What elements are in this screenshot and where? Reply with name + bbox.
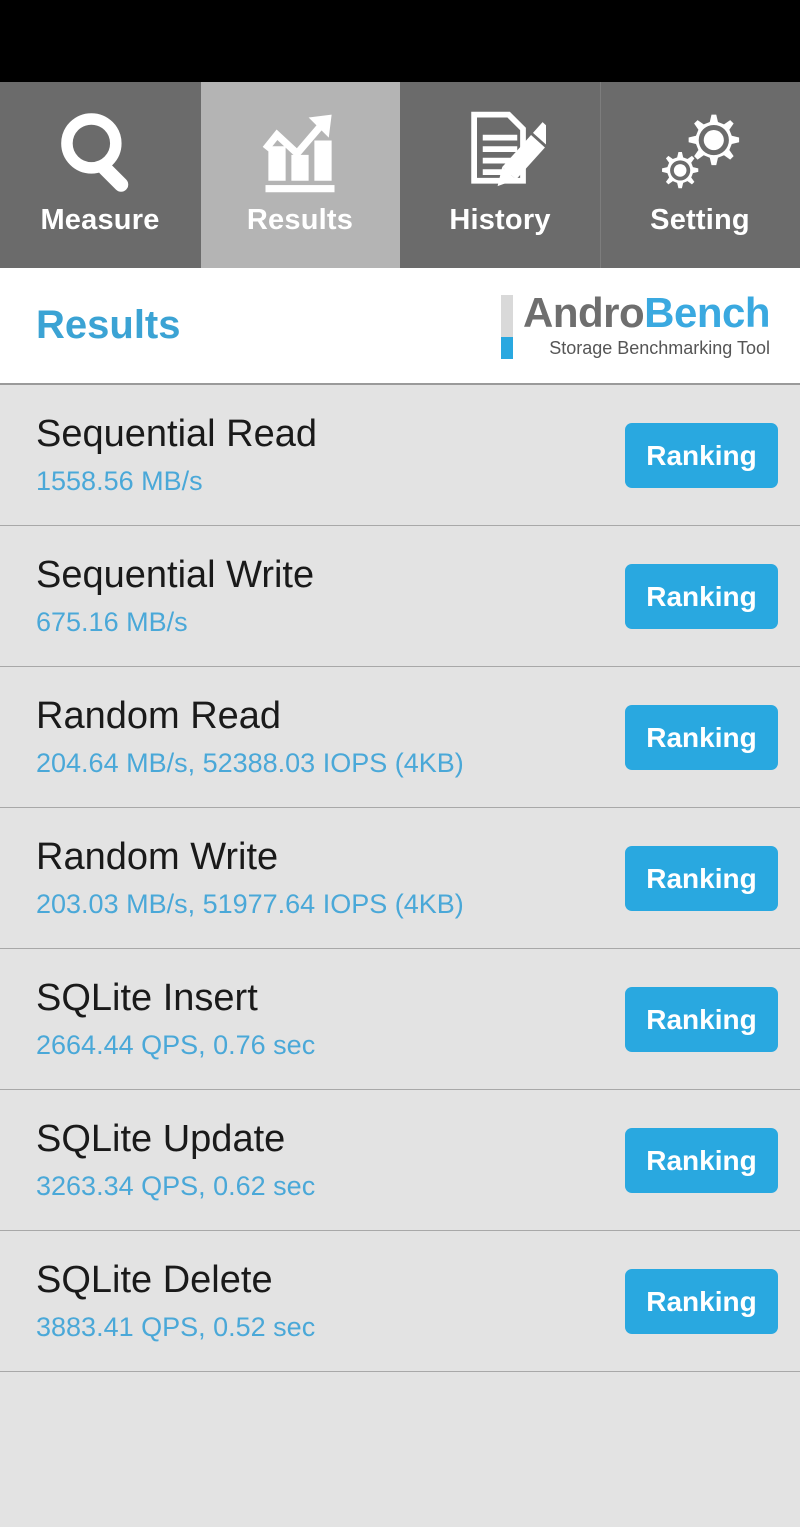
androbench-results-screen: Measure Results History Setting Results …	[0, 0, 800, 1527]
result-list: Sequential Read 1558.56 MB/s Ranking Seq…	[0, 385, 800, 1527]
result-value: 203.03 MB/s, 51977.64 IOPS (4KB)	[36, 888, 464, 919]
ranking-button[interactable]: Ranking	[625, 845, 778, 911]
page-header: Results AndroBench Storage Benchmarking …	[0, 268, 800, 385]
tab-bar: Measure Results History Setting	[0, 82, 800, 268]
tab-setting[interactable]: Setting	[600, 82, 800, 268]
search-icon	[45, 104, 155, 200]
result-value: 675.16 MB/s	[36, 606, 188, 637]
list-empty-area	[0, 1372, 800, 1527]
result-info: Random Write 203.03 MB/s, 51977.64 IOPS …	[36, 836, 464, 920]
logo-primary: Andro	[522, 289, 645, 336]
result-value: 1558.56 MB/s	[36, 465, 203, 496]
logo-bar-icon	[500, 294, 513, 359]
table-row[interactable]: Sequential Read 1558.56 MB/s Ranking	[0, 385, 800, 526]
result-info: SQLite Delete 3883.41 QPS, 0.52 sec	[36, 1259, 315, 1343]
ranking-button[interactable]: Ranking	[625, 422, 778, 488]
result-name: SQLite Delete	[36, 1259, 273, 1302]
result-info: Random Read 204.64 MB/s, 52388.03 IOPS (…	[36, 695, 464, 779]
result-value: 2664.44 QPS, 0.76 sec	[36, 1029, 316, 1060]
ranking-button[interactable]: Ranking	[625, 986, 778, 1052]
gears-icon	[645, 104, 755, 200]
table-row[interactable]: SQLite Update 3263.34 QPS, 0.62 sec Rank…	[0, 1090, 800, 1231]
tab-measure-label: Measure	[40, 204, 160, 236]
result-name: SQLite Insert	[36, 977, 258, 1020]
table-row[interactable]: Random Read 204.64 MB/s, 52388.03 IOPS (…	[0, 667, 800, 808]
result-info: Sequential Write 675.16 MB/s	[36, 554, 314, 638]
result-value: 3263.34 QPS, 0.62 sec	[36, 1170, 316, 1201]
result-value: 204.64 MB/s, 52388.03 IOPS (4KB)	[36, 747, 464, 778]
result-info: SQLite Update 3263.34 QPS, 0.62 sec	[36, 1118, 315, 1202]
logo-text: AndroBench Storage Benchmarking Tool	[522, 289, 771, 359]
chart-icon	[245, 104, 355, 200]
tab-setting-label: Setting	[650, 204, 750, 236]
ranking-button[interactable]: Ranking	[625, 1127, 778, 1193]
document-pencil-icon	[445, 104, 555, 200]
androbench-logo: AndroBench Storage Benchmarking Tool	[500, 289, 771, 359]
logo-tagline: Storage Benchmarking Tool	[549, 338, 770, 358]
ranking-button[interactable]: Ranking	[625, 1268, 778, 1334]
tab-results[interactable]: Results	[200, 82, 400, 268]
table-row[interactable]: Random Write 203.03 MB/s, 51977.64 IOPS …	[0, 808, 800, 949]
result-info: SQLite Insert 2664.44 QPS, 0.76 sec	[36, 977, 315, 1061]
table-row[interactable]: SQLite Insert 2664.44 QPS, 0.76 sec Rank…	[0, 949, 800, 1090]
page-title: Results	[36, 303, 181, 347]
result-value: 3883.41 QPS, 0.52 sec	[36, 1311, 316, 1342]
table-row[interactable]: SQLite Delete 3883.41 QPS, 0.52 sec Rank…	[0, 1231, 800, 1372]
logo-secondary: Bench	[644, 289, 770, 336]
result-name: SQLite Update	[36, 1118, 286, 1161]
logo-wordmark: AndroBench	[522, 289, 771, 336]
tab-results-label: Results	[246, 204, 354, 236]
result-name: Random Read	[36, 695, 282, 738]
result-name: Random Write	[36, 836, 279, 879]
tab-history[interactable]: History	[400, 82, 600, 268]
tab-measure[interactable]: Measure	[0, 82, 200, 268]
status-bar	[0, 0, 800, 82]
table-row[interactable]: Sequential Write 675.16 MB/s Ranking	[0, 526, 800, 667]
ranking-button[interactable]: Ranking	[625, 563, 778, 629]
result-info: Sequential Read 1558.56 MB/s	[36, 413, 317, 497]
tab-history-label: History	[449, 204, 551, 236]
result-name: Sequential Write	[36, 554, 315, 597]
result-name: Sequential Read	[36, 413, 317, 456]
ranking-button[interactable]: Ranking	[625, 704, 778, 770]
